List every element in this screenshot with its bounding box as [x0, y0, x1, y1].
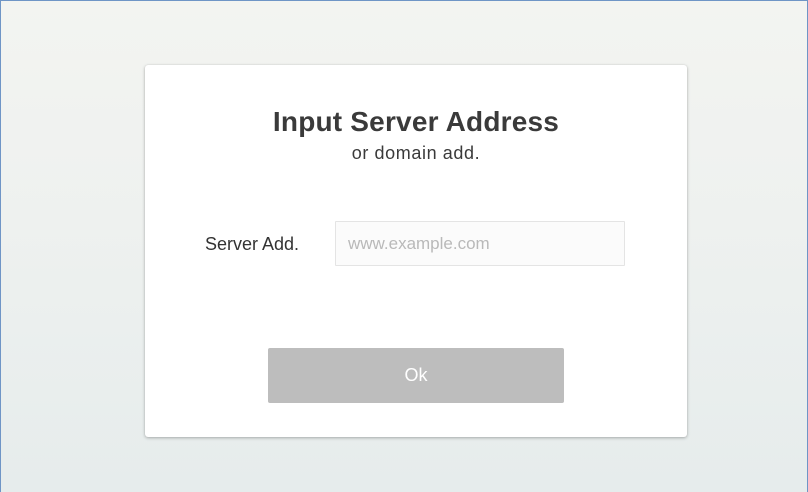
- server-address-input[interactable]: [335, 221, 625, 266]
- dialog-title: Input Server Address: [272, 106, 560, 137]
- server-address-dialog: Input Server Address or domain add. Serv…: [145, 65, 687, 437]
- dialog-subtitle: or domain add.: [351, 143, 481, 163]
- ok-button[interactable]: Ok: [268, 348, 564, 403]
- app-window: Input Server Address or domain add. Serv…: [0, 0, 808, 492]
- server-address-label: Server Add.: [205, 234, 300, 254]
